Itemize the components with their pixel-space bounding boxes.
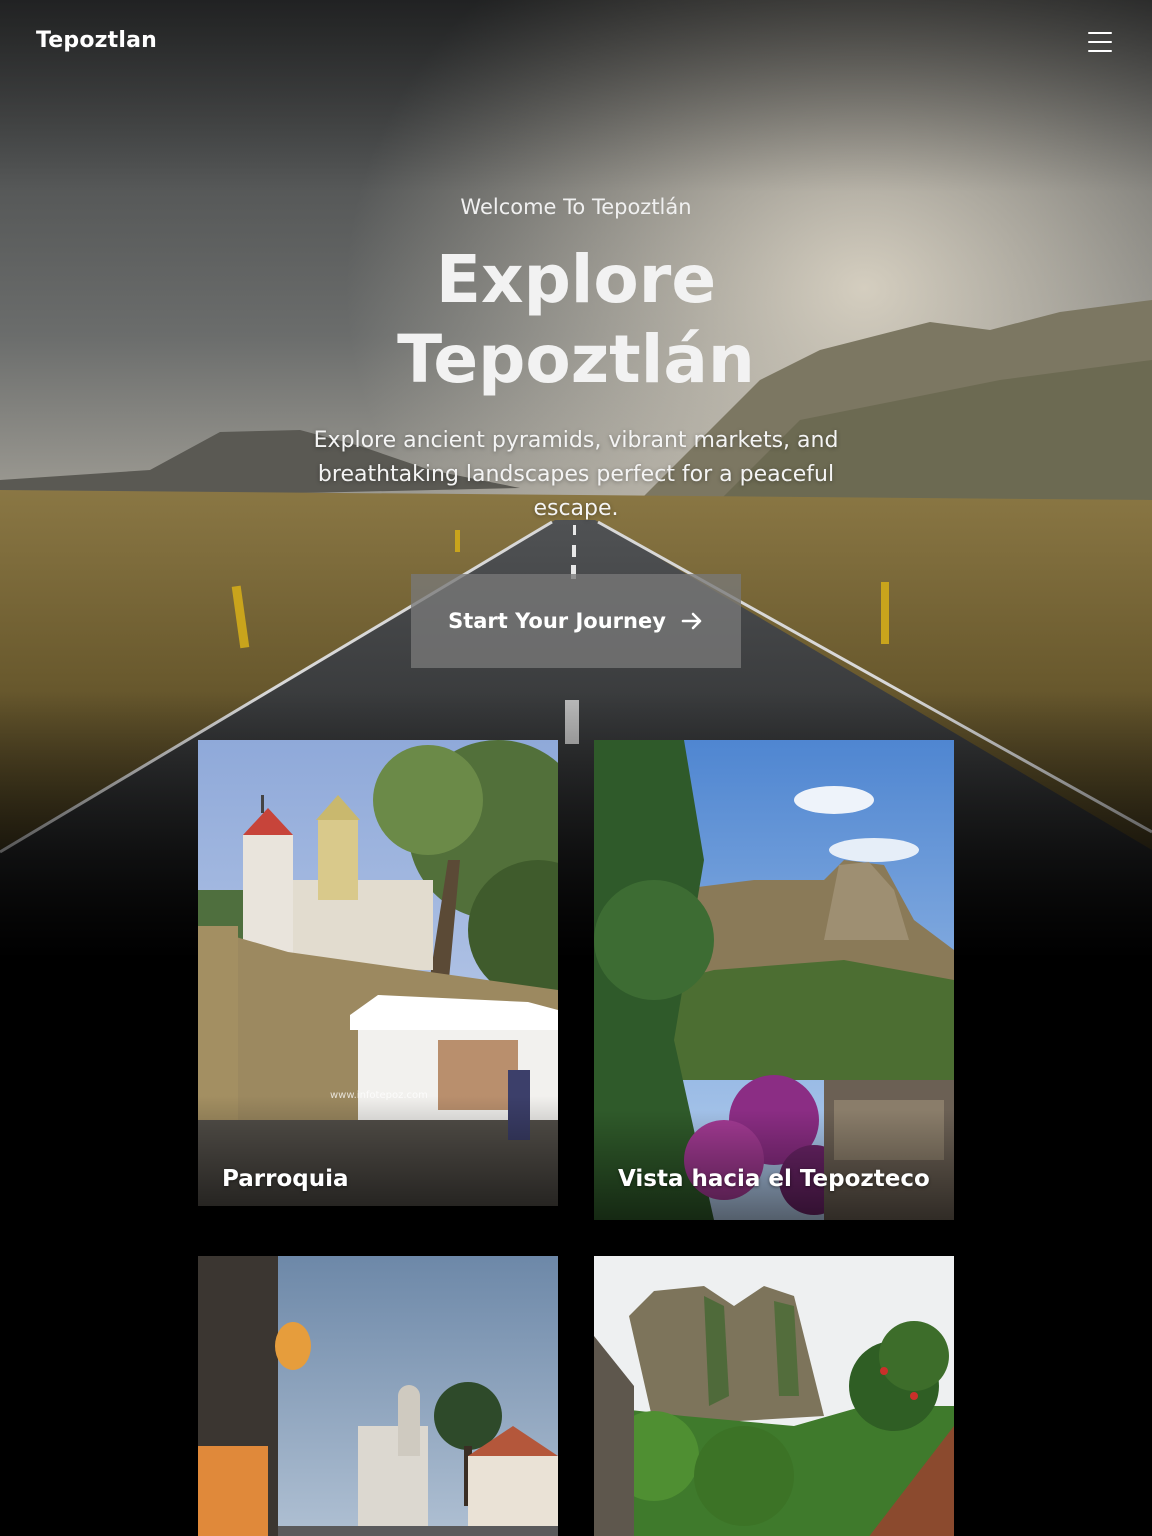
brand-logo[interactable]: Tepoztlan xyxy=(36,28,157,53)
hero-eyebrow: Welcome To Tepoztlán xyxy=(460,195,692,219)
card-shade xyxy=(594,1110,954,1220)
start-journey-button[interactable]: Start Your Journey xyxy=(411,574,741,668)
card-title-vista-tepozteco: Vista hacia el Tepozteco xyxy=(618,1166,930,1192)
menu-line xyxy=(1088,41,1112,43)
start-journey-label: Start Your Journey xyxy=(448,609,666,633)
destination-card-vista-tepozteco[interactable]: Vista hacia el Tepozteco xyxy=(594,740,954,1220)
menu-line xyxy=(1088,32,1112,34)
arrow-right-icon xyxy=(680,609,704,633)
hamburger-menu-icon[interactable] xyxy=(1084,28,1116,56)
tepozteco-cliffs-photo xyxy=(594,1256,954,1536)
hero-title-line-2: Tepoztlán xyxy=(397,321,755,398)
town-street-photo xyxy=(198,1256,558,1536)
hero-title-line-1: Explore xyxy=(435,241,717,318)
photo-watermark: www.infotepoz.com xyxy=(330,1090,428,1101)
destination-card-tepozteco-cliffs[interactable] xyxy=(594,1256,954,1536)
destination-card-town-street[interactable] xyxy=(198,1256,558,1536)
card-title-parroquia: Parroquia xyxy=(222,1166,349,1192)
hero-description: Explore ancient pyramids, vibrant market… xyxy=(313,428,839,521)
menu-line xyxy=(1088,50,1112,52)
hero-title: Explore Tepoztlán xyxy=(276,240,876,400)
destination-card-parroquia[interactable]: www.infotepoz.com Parroquia xyxy=(198,740,558,1206)
page: Tepoztlan Welcome To Tepoztlán Explore T… xyxy=(0,0,1152,1536)
